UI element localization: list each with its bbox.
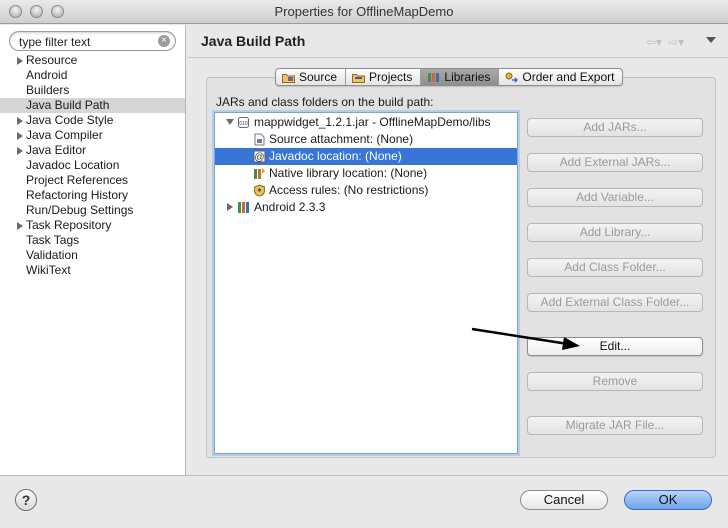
tab-label: Source (299, 70, 338, 84)
sidebar: × Resource Android Builders Java Build P… (0, 25, 186, 475)
add-external-jars-button[interactable]: Add External JARs... (527, 153, 703, 172)
tree-row-source-attachment[interactable]: Source attachment: (None) (215, 131, 517, 148)
libraries-icon (428, 72, 440, 82)
tab-bar: Source Projects Libraries Order and Expo… (275, 68, 624, 86)
sidebar-item-label: Javadoc Location (26, 158, 120, 172)
sidebar-item-java-code-style[interactable]: Java Code Style (0, 113, 185, 128)
tree-row-android[interactable]: Android 2.3.3 (215, 199, 517, 216)
sidebar-item-android[interactable]: Android (0, 68, 185, 83)
expand-arrow-icon[interactable] (17, 132, 23, 140)
sidebar-item-task-tags[interactable]: Task Tags (0, 233, 185, 248)
view-menu-icon[interactable] (706, 37, 716, 43)
sidebar-item-label: Builders (26, 83, 70, 97)
expand-arrow-icon[interactable] (17, 147, 23, 155)
sidebar-item-label: WikiText (26, 263, 71, 277)
sidebar-item-label: Run/Debug Settings (26, 203, 134, 217)
add-variable-button[interactable]: Add Variable... (527, 188, 703, 207)
sidebar-item-label: Android (26, 68, 68, 82)
sidebar-item-label: Refactoring History (26, 188, 129, 202)
sidebar-item-label: Project References (26, 173, 129, 187)
annotation-arrow-icon (471, 327, 580, 350)
sidebar-item-project-references[interactable]: Project References (0, 173, 185, 188)
source-attachment-icon (254, 133, 265, 146)
cancel-button[interactable]: Cancel (520, 490, 608, 510)
migrate-jar-file-button[interactable]: Migrate JAR File... (527, 416, 703, 435)
tab-label: Libraries (444, 70, 491, 84)
expand-arrow-icon[interactable] (17, 222, 23, 230)
tab-order-and-export[interactable]: Order and Export (499, 69, 622, 85)
sidebar-tree: Resource Android Builders Java Build Pat… (0, 53, 185, 278)
footer-divider (0, 475, 728, 476)
sidebar-item-refactoring-history[interactable]: Refactoring History (0, 188, 185, 203)
sidebar-item-java-editor[interactable]: Java Editor (0, 143, 185, 158)
tree-row-label: Javadoc location: (None) (269, 149, 402, 163)
tree-row-label: Source attachment: (None) (269, 132, 414, 146)
expand-arrow-icon[interactable] (17, 117, 23, 125)
add-library-button[interactable]: Add Library... (527, 223, 703, 242)
sidebar-item-wikitext[interactable]: WikiText (0, 263, 185, 278)
sidebar-item-resource[interactable]: Resource (0, 53, 185, 68)
libraries-caption: JARs and class folders on the build path… (216, 95, 434, 109)
sidebar-item-label: Java Code Style (26, 113, 114, 127)
javadoc-icon: @ (253, 150, 266, 163)
sidebar-item-label: Resource (26, 53, 78, 67)
build-path-tree[interactable]: 010 mappwidget_1.2.1.jar - OfflineMapDem… (214, 112, 518, 454)
source-folder-icon (282, 73, 295, 83)
collapse-arrow-icon[interactable] (226, 119, 234, 125)
clear-filter-icon[interactable]: × (158, 35, 170, 47)
tab-label: Order and Export (522, 70, 615, 84)
tree-row-native-library[interactable]: Native library location: (None) (215, 165, 517, 182)
history-navigation: ⇦▾ ⇨▾ (646, 35, 690, 49)
expand-arrow-icon[interactable] (17, 57, 23, 65)
back-arrow-icon[interactable]: ⇦▾ (646, 35, 662, 49)
tree-row-javadoc-location[interactable]: @ Javadoc location: (None) (215, 148, 517, 165)
sidebar-item-label: Task Repository (26, 218, 112, 232)
order-export-icon (505, 72, 519, 83)
window-title: Properties for OfflineMapDemo (274, 4, 454, 19)
jar-icon: 010 (238, 117, 249, 128)
sidebar-item-validation[interactable]: Validation (0, 248, 185, 263)
sidebar-item-label: Java Compiler (26, 128, 103, 142)
title-bar: Properties for OfflineMapDemo (0, 0, 728, 24)
svg-text:@: @ (254, 152, 264, 163)
tree-row-label: mappwidget_1.2.1.jar - OfflineMapDemo/li… (254, 115, 491, 129)
sidebar-item-builders[interactable]: Builders (0, 83, 185, 98)
sidebar-item-label: Task Tags (26, 233, 80, 247)
svg-text:010: 010 (239, 121, 248, 127)
sidebar-item-label: Validation (26, 248, 78, 262)
access-rules-icon (254, 184, 265, 197)
sidebar-item-run-debug-settings[interactable]: Run/Debug Settings (0, 203, 185, 218)
tree-row-access-rules[interactable]: Access rules: (No restrictions) (215, 182, 517, 199)
sidebar-item-task-repository[interactable]: Task Repository (0, 218, 185, 233)
native-library-icon (254, 168, 265, 179)
filter-field[interactable]: × (9, 31, 176, 51)
add-class-folder-button[interactable]: Add Class Folder... (527, 258, 703, 277)
tab-label: Projects (369, 70, 413, 84)
sidebar-item-javadoc-location[interactable]: Javadoc Location (0, 158, 185, 173)
tree-row-label: Access rules: (No restrictions) (269, 183, 429, 197)
tab-source[interactable]: Source (276, 69, 347, 85)
page-title: Java Build Path (201, 33, 306, 49)
sidebar-item-label: Java Build Path (26, 98, 110, 112)
sidebar-item-java-compiler[interactable]: Java Compiler (0, 128, 185, 143)
tab-projects[interactable]: Projects (346, 69, 422, 85)
forward-arrow-icon[interactable]: ⇨▾ (668, 35, 684, 49)
add-jars-button[interactable]: Add JARs... (527, 118, 703, 137)
remove-button[interactable]: Remove (527, 372, 703, 391)
library-container-icon (238, 202, 249, 213)
filter-input[interactable] (19, 34, 154, 49)
add-external-class-folder-button[interactable]: Add External Class Folder... (527, 293, 703, 312)
sidebar-item-java-build-path[interactable]: Java Build Path (0, 98, 185, 113)
tree-row-jar[interactable]: 010 mappwidget_1.2.1.jar - OfflineMapDem… (215, 114, 517, 131)
help-icon[interactable]: ? (15, 489, 37, 511)
expand-arrow-icon[interactable] (227, 203, 233, 211)
tab-libraries[interactable]: Libraries (421, 69, 500, 85)
sidebar-item-label: Java Editor (26, 143, 87, 157)
tree-row-label: Native library location: (None) (269, 166, 428, 180)
ok-button[interactable]: OK (624, 490, 712, 510)
tree-row-label: Android 2.3.3 (254, 200, 326, 214)
projects-icon (352, 73, 366, 83)
header-divider (188, 57, 728, 58)
